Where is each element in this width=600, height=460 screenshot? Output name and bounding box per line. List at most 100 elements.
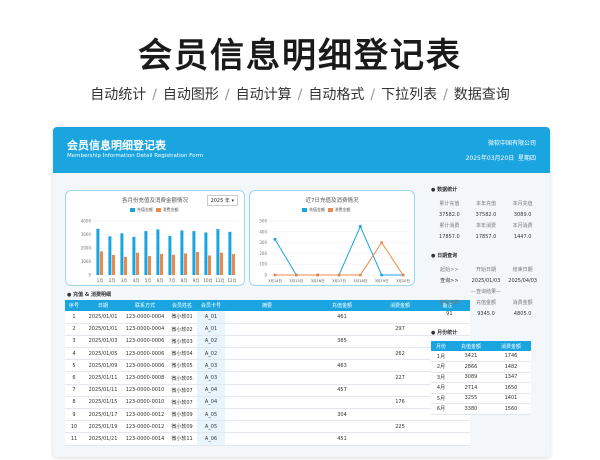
table-cell[interactable]: 2025/01/17: [83, 408, 123, 422]
table-cell[interactable]: [225, 347, 309, 361]
table-cell[interactable]: 4: [65, 347, 83, 361]
column-header[interactable]: 会员卡号: [197, 300, 225, 311]
table-cell[interactable]: [225, 420, 309, 434]
table-cell[interactable]: 9: [65, 408, 83, 422]
table-cell[interactable]: A_02: [197, 347, 225, 361]
table-cell[interactable]: 3: [65, 335, 83, 349]
table-cell[interactable]: [225, 408, 309, 422]
table-cell[interactable]: 176: [375, 396, 425, 410]
table-cell[interactable]: 123-0000-0006: [123, 335, 167, 349]
table-cell[interactable]: A_06: [197, 432, 225, 446]
table-row[interactable]: 1 2025/01/01 123-0000-0004 微小软01 A_01 461: [65, 311, 470, 324]
table-cell[interactable]: 2025/01/11: [83, 371, 123, 385]
table-cell[interactable]: [309, 371, 375, 385]
table-cell[interactable]: 262: [375, 347, 425, 361]
table-row[interactable]: 7 2025/01/11 123-0000-0010 微小软07 A_04 457: [65, 384, 470, 397]
table-row[interactable]: 5 2025/01/09 123-0000-0006 微小软05 A_03 463: [65, 359, 470, 373]
column-header[interactable]: 联系方式: [123, 300, 167, 311]
column-header[interactable]: 日期: [83, 300, 123, 311]
table-cell[interactable]: [309, 347, 375, 361]
table-cell[interactable]: 2025/01/15: [83, 396, 123, 410]
table-cell[interactable]: [309, 420, 375, 434]
table-cell[interactable]: [375, 335, 425, 349]
table-row[interactable]: 3 2025/01/03 123-0000-0006 微小软03 A_02 385: [65, 335, 470, 349]
table-cell[interactable]: 2025/01/19: [83, 420, 123, 434]
column-header[interactable]: 会员姓名: [167, 300, 197, 311]
column-header[interactable]: 摘要: [225, 300, 309, 311]
table-row[interactable]: 11 2025/01/21 123-0000-0014 微小软11 A_06 451: [65, 432, 470, 446]
table-cell[interactable]: 123-0000-0012: [123, 420, 167, 434]
table-cell[interactable]: [375, 311, 425, 324]
table-cell[interactable]: 123-0000-0004: [123, 311, 167, 324]
table-cell[interactable]: 1: [65, 311, 83, 324]
table-cell[interactable]: 微小软07: [167, 384, 197, 397]
table-cell[interactable]: [225, 384, 309, 397]
table-cell[interactable]: 2025/01/01: [83, 323, 123, 336]
table-cell[interactable]: 微小软02: [167, 323, 197, 336]
table-cell[interactable]: 微小软09: [167, 408, 197, 422]
column-header[interactable]: 充值金额: [309, 300, 375, 311]
table-cell[interactable]: [375, 384, 425, 397]
table-cell[interactable]: 451: [309, 432, 375, 446]
table-cell[interactable]: 微小软03: [167, 335, 197, 349]
table-cell[interactable]: [225, 323, 309, 336]
table-cell[interactable]: [375, 432, 425, 446]
table-cell[interactable]: A_05: [197, 420, 225, 434]
table-row[interactable]: 4 2025/01/05 123-0000-0006 微小软04 A_02 262: [65, 347, 470, 361]
table-cell[interactable]: 微小软01: [167, 311, 197, 324]
table-cell[interactable]: 微小软04: [167, 347, 197, 361]
table-cell[interactable]: [309, 323, 375, 336]
table-cell[interactable]: 123-0000-0006: [123, 359, 167, 373]
table-cell[interactable]: 385: [309, 335, 375, 349]
table-cell[interactable]: A_03: [197, 359, 225, 373]
table-cell[interactable]: 5: [65, 359, 83, 373]
table-cell[interactable]: 123-0000-0012: [123, 408, 167, 422]
table-cell[interactable]: [375, 408, 425, 422]
table-cell[interactable]: 6: [65, 371, 83, 385]
table-row[interactable]: 8 2025/01/15 123-0000-0010 微小软07 A_04 176: [65, 396, 470, 410]
table-cell[interactable]: 7: [65, 384, 83, 397]
table-cell[interactable]: 2025/01/01: [83, 311, 123, 324]
table-cell[interactable]: A_03: [197, 371, 225, 385]
table-cell[interactable]: A_01: [197, 323, 225, 336]
table-row[interactable]: 10 2025/01/19 123-0000-0012 微小软09 A_05 225: [65, 420, 470, 434]
table-cell[interactable]: [375, 359, 425, 373]
table-cell[interactable]: A_02: [197, 335, 225, 349]
table-row[interactable]: 6 2025/01/11 123-0000-0008 微小软05 A_03 227: [65, 371, 470, 385]
table-cell[interactable]: 8: [65, 396, 83, 410]
table-cell[interactable]: 123-0000-0006: [123, 347, 167, 361]
column-header[interactable]: 消费金额: [375, 300, 425, 311]
table-cell[interactable]: [225, 359, 309, 373]
table-cell[interactable]: 123-0000-0010: [123, 384, 167, 397]
table-cell[interactable]: 227: [375, 371, 425, 385]
table-cell[interactable]: 123-0000-0010: [123, 396, 167, 410]
table-cell[interactable]: [225, 432, 309, 446]
table-cell[interactable]: 11: [65, 432, 83, 446]
table-cell[interactable]: A_04: [197, 396, 225, 410]
table-cell[interactable]: [425, 432, 470, 446]
table-cell[interactable]: 123-0000-0008: [123, 371, 167, 385]
table-cell[interactable]: 457: [309, 384, 375, 397]
table-cell[interactable]: [309, 396, 375, 410]
table-row[interactable]: 2 2025/01/01 123-0000-0004 微小软02 A_01 297: [65, 323, 470, 336]
table-cell[interactable]: [225, 371, 309, 385]
table-cell[interactable]: 304: [309, 408, 375, 422]
table-cell[interactable]: 225: [375, 420, 425, 434]
table-cell[interactable]: 微小软05: [167, 371, 197, 385]
table-cell[interactable]: 10: [65, 420, 83, 434]
table-cell[interactable]: 微小软11: [167, 432, 197, 446]
table-cell[interactable]: [225, 311, 309, 324]
table-cell[interactable]: 微小软05: [167, 359, 197, 373]
table-cell[interactable]: 微小软09: [167, 420, 197, 434]
table-cell[interactable]: 297: [375, 323, 425, 336]
table-cell[interactable]: 2025/01/05: [83, 347, 123, 361]
table-cell[interactable]: 2025/01/11: [83, 384, 123, 397]
table-cell[interactable]: [225, 396, 309, 410]
table-cell[interactable]: A_05: [197, 408, 225, 422]
table-cell[interactable]: 461: [309, 311, 375, 324]
table-cell[interactable]: 2: [65, 323, 83, 336]
table-cell[interactable]: 463: [309, 359, 375, 373]
table-cell[interactable]: 123-0000-0014: [123, 432, 167, 446]
table-cell[interactable]: 123-0000-0004: [123, 323, 167, 336]
table-cell[interactable]: 2025/01/21: [83, 432, 123, 446]
